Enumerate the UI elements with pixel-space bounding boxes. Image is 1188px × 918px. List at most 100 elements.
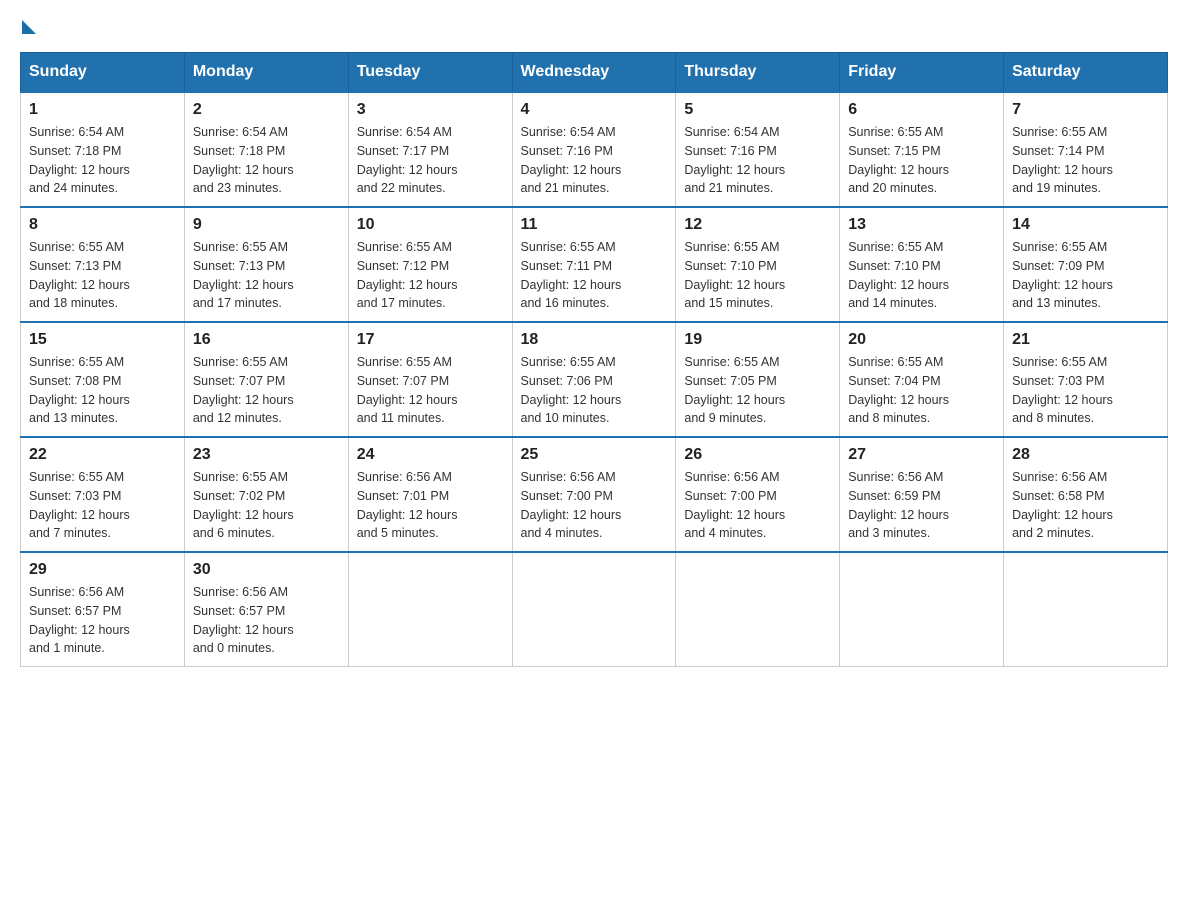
calendar-cell: 22Sunrise: 6:55 AM Sunset: 7:03 PM Dayli… [21, 437, 185, 552]
calendar-cell: 15 Sunrise: 6:55 AM Sunset: 7:08 PM Dayli… [21, 322, 185, 437]
day-info: Sunrise: 6:55 AM Sunset: 7:14 PM Dayligh… [1012, 123, 1159, 198]
day-info: Sunrise: 6:56 AM Sunset: 6:57 PM Dayligh… [29, 583, 176, 658]
day-number: 24 [357, 446, 504, 464]
calendar-cell [1004, 552, 1168, 667]
day-info: Sunrise: 6:54 AM Sunset: 7:16 PM Dayligh… [521, 123, 668, 198]
day-number: 5 [684, 101, 831, 119]
day-info: Sunrise: 6:55 AM Sunset: 7:08 PM Dayligh… [29, 353, 176, 428]
day-info: Sunrise: 6:55 AM Sunset: 7:10 PM Dayligh… [848, 238, 995, 313]
day-number: 18 [521, 331, 668, 349]
calendar-cell [348, 552, 512, 667]
calendar-cell: 9Sunrise: 6:55 AM Sunset: 7:13 PM Daylig… [184, 207, 348, 322]
day-info: Sunrise: 6:54 AM Sunset: 7:18 PM Dayligh… [193, 123, 340, 198]
calendar-cell: 20Sunrise: 6:55 AM Sunset: 7:04 PM Dayli… [840, 322, 1004, 437]
day-number: 19 [684, 331, 831, 349]
day-info: Sunrise: 6:55 AM Sunset: 7:11 PM Dayligh… [521, 238, 668, 313]
day-info: Sunrise: 6:55 AM Sunset: 7:07 PM Dayligh… [193, 353, 340, 428]
day-number: 10 [357, 216, 504, 234]
calendar-cell [840, 552, 1004, 667]
calendar-cell: 12 Sunrise: 6:55 AM Sunset: 7:10 PM Dayli… [676, 207, 840, 322]
calendar-cell: 10 Sunrise: 6:55 AM Sunset: 7:12 PM Dayli… [348, 207, 512, 322]
day-number: 29 [29, 561, 176, 579]
day-info: Sunrise: 6:56 AM Sunset: 6:58 PM Dayligh… [1012, 468, 1159, 543]
day-number: 27 [848, 446, 995, 464]
column-header-monday: Monday [184, 53, 348, 93]
calendar-cell: 6 Sunrise: 6:55 AM Sunset: 7:15 PM Daylig… [840, 92, 1004, 207]
day-info: Sunrise: 6:54 AM Sunset: 7:18 PM Dayligh… [29, 123, 176, 198]
day-info: Sunrise: 6:55 AM Sunset: 7:15 PM Dayligh… [848, 123, 995, 198]
week-row-3: 15 Sunrise: 6:55 AM Sunset: 7:08 PM Dayli… [21, 322, 1168, 437]
day-number: 11 [521, 216, 668, 234]
calendar-cell: 8 Sunrise: 6:55 AM Sunset: 7:13 PM Daylig… [21, 207, 185, 322]
day-info: Sunrise: 6:55 AM Sunset: 7:09 PM Dayligh… [1012, 238, 1159, 313]
logo [20, 20, 36, 32]
calendar-header-row: SundayMondayTuesdayWednesdayThursdayFrid… [21, 53, 1168, 93]
day-number: 13 [848, 216, 995, 234]
calendar-cell: 1 Sunrise: 6:54 AM Sunset: 7:18 PM Daylig… [21, 92, 185, 207]
day-info: Sunrise: 6:55 AM Sunset: 7:03 PM Dayligh… [1012, 353, 1159, 428]
calendar-cell: 18 Sunrise: 6:55 AM Sunset: 7:06 PM Dayli… [512, 322, 676, 437]
calendar-cell: 13 Sunrise: 6:55 AM Sunset: 7:10 PM Dayli… [840, 207, 1004, 322]
day-number: 12 [684, 216, 831, 234]
day-info: Sunrise: 6:55 AM Sunset: 7:06 PM Dayligh… [521, 353, 668, 428]
day-number: 8 [29, 216, 176, 234]
day-info: Sunrise: 6:55 AM Sunset: 7:07 PM Dayligh… [357, 353, 504, 428]
calendar-cell: 30 Sunrise: 6:56 AM Sunset: 6:57 PM Dayli… [184, 552, 348, 667]
day-number: 15 [29, 331, 176, 349]
day-number: 17 [357, 331, 504, 349]
calendar-cell: 2Sunrise: 6:54 AM Sunset: 7:18 PM Daylig… [184, 92, 348, 207]
logo-arrow-icon [22, 20, 36, 34]
week-row-5: 29 Sunrise: 6:56 AM Sunset: 6:57 PM Dayli… [21, 552, 1168, 667]
calendar-cell: 23Sunrise: 6:55 AM Sunset: 7:02 PM Dayli… [184, 437, 348, 552]
calendar-cell: 5 Sunrise: 6:54 AM Sunset: 7:16 PM Daylig… [676, 92, 840, 207]
day-number: 16 [193, 331, 340, 349]
day-number: 30 [193, 561, 340, 579]
column-header-saturday: Saturday [1004, 53, 1168, 93]
day-number: 20 [848, 331, 995, 349]
day-number: 7 [1012, 101, 1159, 119]
day-info: Sunrise: 6:54 AM Sunset: 7:17 PM Dayligh… [357, 123, 504, 198]
day-info: Sunrise: 6:54 AM Sunset: 7:16 PM Dayligh… [684, 123, 831, 198]
calendar-cell: 21Sunrise: 6:55 AM Sunset: 7:03 PM Dayli… [1004, 322, 1168, 437]
column-header-friday: Friday [840, 53, 1004, 93]
column-header-sunday: Sunday [21, 53, 185, 93]
day-number: 23 [193, 446, 340, 464]
calendar-cell: 16 Sunrise: 6:55 AM Sunset: 7:07 PM Dayli… [184, 322, 348, 437]
calendar-cell: 7 Sunrise: 6:55 AM Sunset: 7:14 PM Daylig… [1004, 92, 1168, 207]
calendar-cell: 4 Sunrise: 6:54 AM Sunset: 7:16 PM Daylig… [512, 92, 676, 207]
day-number: 4 [521, 101, 668, 119]
calendar-cell: 28 Sunrise: 6:56 AM Sunset: 6:58 PM Dayli… [1004, 437, 1168, 552]
week-row-2: 8 Sunrise: 6:55 AM Sunset: 7:13 PM Daylig… [21, 207, 1168, 322]
calendar-cell: 17 Sunrise: 6:55 AM Sunset: 7:07 PM Dayli… [348, 322, 512, 437]
day-info: Sunrise: 6:55 AM Sunset: 7:12 PM Dayligh… [357, 238, 504, 313]
calendar-cell: 26Sunrise: 6:56 AM Sunset: 7:00 PM Dayli… [676, 437, 840, 552]
day-info: Sunrise: 6:56 AM Sunset: 7:01 PM Dayligh… [357, 468, 504, 543]
week-row-1: 1 Sunrise: 6:54 AM Sunset: 7:18 PM Daylig… [21, 92, 1168, 207]
day-number: 3 [357, 101, 504, 119]
day-info: Sunrise: 6:55 AM Sunset: 7:05 PM Dayligh… [684, 353, 831, 428]
day-number: 28 [1012, 446, 1159, 464]
calendar-table: SundayMondayTuesdayWednesdayThursdayFrid… [20, 52, 1168, 667]
calendar-cell: 11 Sunrise: 6:55 AM Sunset: 7:11 PM Dayli… [512, 207, 676, 322]
day-number: 26 [684, 446, 831, 464]
calendar-cell: 14Sunrise: 6:55 AM Sunset: 7:09 PM Dayli… [1004, 207, 1168, 322]
calendar-cell: 27Sunrise: 6:56 AM Sunset: 6:59 PM Dayli… [840, 437, 1004, 552]
column-header-thursday: Thursday [676, 53, 840, 93]
day-info: Sunrise: 6:55 AM Sunset: 7:13 PM Dayligh… [29, 238, 176, 313]
calendar-cell: 3 Sunrise: 6:54 AM Sunset: 7:17 PM Daylig… [348, 92, 512, 207]
calendar-cell: 24 Sunrise: 6:56 AM Sunset: 7:01 PM Dayli… [348, 437, 512, 552]
calendar-cell: 19 Sunrise: 6:55 AM Sunset: 7:05 PM Dayli… [676, 322, 840, 437]
day-info: Sunrise: 6:56 AM Sunset: 6:57 PM Dayligh… [193, 583, 340, 658]
day-info: Sunrise: 6:55 AM Sunset: 7:03 PM Dayligh… [29, 468, 176, 543]
day-info: Sunrise: 6:56 AM Sunset: 7:00 PM Dayligh… [521, 468, 668, 543]
calendar-cell: 25 Sunrise: 6:56 AM Sunset: 7:00 PM Dayli… [512, 437, 676, 552]
day-info: Sunrise: 6:55 AM Sunset: 7:10 PM Dayligh… [684, 238, 831, 313]
page-header [20, 20, 1168, 32]
calendar-cell [676, 552, 840, 667]
day-number: 9 [193, 216, 340, 234]
day-number: 25 [521, 446, 668, 464]
calendar-cell [512, 552, 676, 667]
day-number: 6 [848, 101, 995, 119]
day-number: 1 [29, 101, 176, 119]
column-header-wednesday: Wednesday [512, 53, 676, 93]
